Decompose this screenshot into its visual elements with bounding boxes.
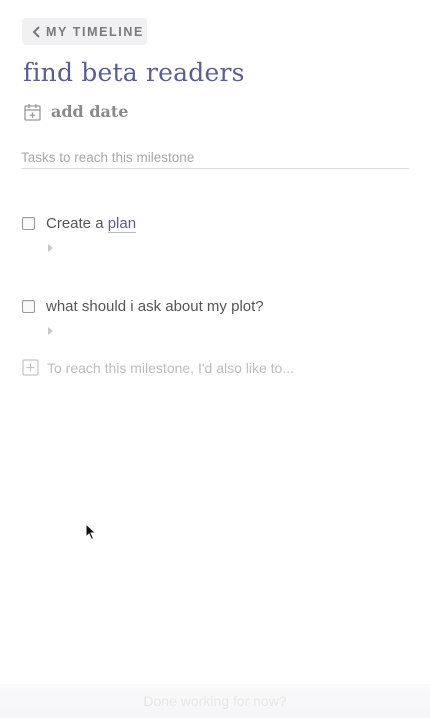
task-text[interactable]: Create a plan [46, 215, 137, 233]
task-checkbox[interactable] [22, 300, 35, 313]
task-text-prefix: Create a [46, 215, 108, 232]
back-to-timeline-button[interactable]: MY TIMELINE [22, 18, 147, 45]
plus-square-icon [22, 359, 39, 376]
task-text[interactable]: what should i ask about my plot? [46, 298, 264, 315]
expand-subtasks-toggle[interactable] [48, 244, 53, 252]
task-link-plan[interactable]: plan [107, 215, 137, 233]
add-task-placeholder: To reach this milestone, I'd also like t… [47, 359, 295, 376]
task-checkbox[interactable] [22, 217, 35, 230]
expand-subtasks-toggle[interactable] [48, 327, 53, 335]
done-working-button[interactable]: Done working for now? [143, 693, 286, 709]
chevron-left-icon [32, 25, 40, 38]
section-divider [21, 168, 409, 169]
add-date-label: add date [51, 102, 129, 121]
task-item: what should i ask about my plot? [22, 298, 264, 315]
add-date-button[interactable]: add date [24, 102, 128, 121]
back-button-label: MY TIMELINE [46, 24, 144, 39]
calendar-plus-icon [24, 103, 41, 121]
mouse-pointer-icon [85, 523, 97, 541]
add-task-input[interactable]: To reach this milestone, I'd also like t… [22, 359, 294, 376]
milestone-title[interactable]: find beta readers [23, 58, 245, 87]
footer-bar: Done working for now? [0, 684, 430, 718]
task-item: Create a plan [22, 215, 137, 233]
tasks-section-label: Tasks to reach this milestone [21, 150, 195, 165]
